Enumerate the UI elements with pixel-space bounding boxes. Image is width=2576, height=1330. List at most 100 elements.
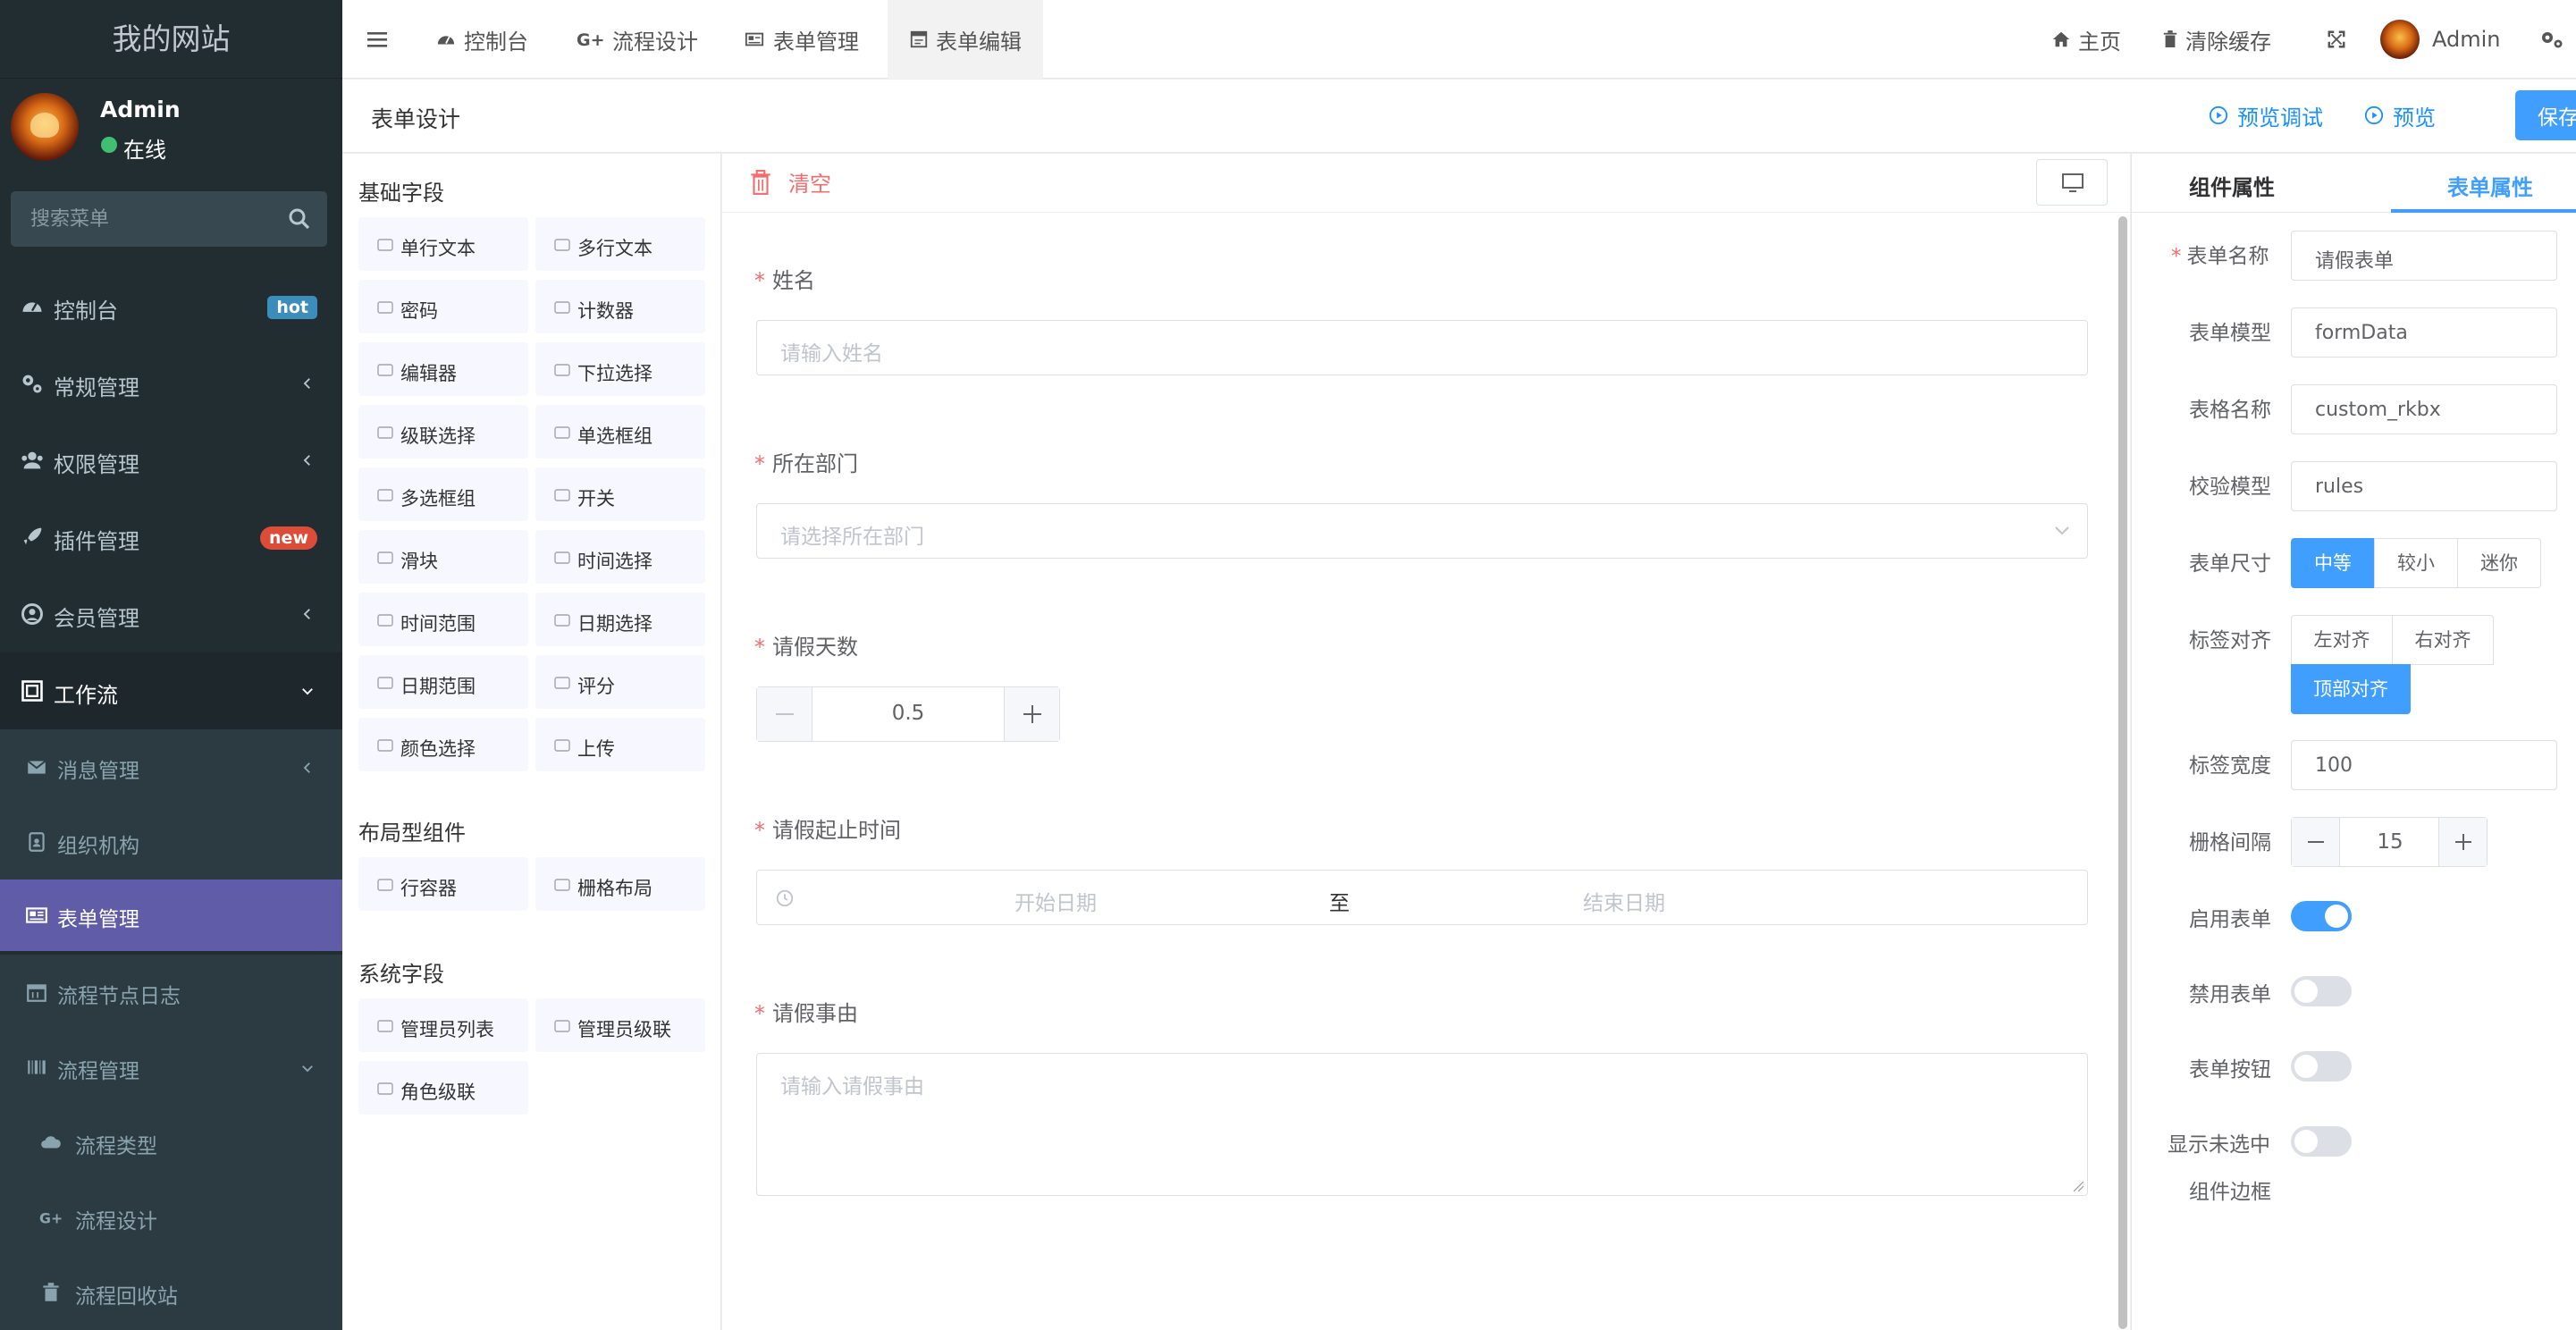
home-link[interactable]: 主页: [2051, 0, 2121, 79]
align-left-radio[interactable]: 左对齐: [2291, 615, 2393, 665]
sidebar-item-process-management[interactable]: 流程管理: [0, 1030, 342, 1105]
palette-item[interactable]: 管理员级联: [535, 998, 705, 1052]
palette-item[interactable]: 时间选择: [535, 530, 705, 584]
sidebar-item-plugins[interactable]: 插件管理 new: [0, 499, 342, 576]
user-name: Admin: [100, 97, 181, 122]
search-icon[interactable]: [286, 206, 313, 232]
decrement-button[interactable]: [757, 687, 812, 741]
size-medium-radio[interactable]: 中等: [2291, 538, 2375, 588]
sidebar-item-messages[interactable]: 消息管理: [0, 729, 342, 804]
table-name-input[interactable]: custom_rkbx: [2291, 384, 2557, 434]
palette-item[interactable]: 单选框组: [535, 405, 705, 459]
sidebar-item-process-type[interactable]: 流程类型: [0, 1105, 342, 1180]
sidebar-toggle-button[interactable]: [367, 0, 394, 79]
palette-item[interactable]: 开关: [535, 467, 705, 521]
enable-form-switch[interactable]: [2291, 901, 2352, 931]
sidebar-item-node-log[interactable]: 流程节点日志: [0, 955, 342, 1030]
tab-component-props[interactable]: 组件属性: [2189, 170, 2275, 201]
align-top-radio[interactable]: 顶部对齐: [2291, 664, 2411, 714]
palette-item[interactable]: 栅格布局: [535, 857, 705, 911]
palette-item[interactable]: 评分: [535, 655, 705, 709]
palette-item[interactable]: 颜色选择: [358, 718, 528, 771]
palette-item[interactable]: 日期范围: [358, 655, 528, 709]
increment-button[interactable]: [2438, 818, 2487, 866]
settings-button[interactable]: [2539, 0, 2572, 79]
form-model-input[interactable]: formData: [2291, 307, 2557, 358]
sidebar-item-dashboard[interactable]: 控制台 hot: [0, 268, 342, 345]
palette-item[interactable]: 时间范围: [358, 593, 528, 646]
resize-handle-icon[interactable]: [2072, 1180, 2084, 1192]
palette-item[interactable]: 计数器: [535, 280, 705, 333]
brand-logo[interactable]: 我的网站: [0, 0, 342, 79]
palette-item[interactable]: 滑块: [358, 530, 528, 584]
align-right-radio[interactable]: 右对齐: [2392, 615, 2494, 665]
gutter-stepper[interactable]: 15: [2291, 817, 2488, 867]
palette-item[interactable]: 单行文本: [358, 217, 528, 271]
department-select[interactable]: 请选择所在部门: [756, 503, 2088, 559]
range-start-placeholder[interactable]: 开始日期: [1014, 886, 1097, 916]
user-menu[interactable]: Admin: [2380, 0, 2501, 79]
sidebar-item-general[interactable]: 常规管理: [0, 345, 342, 422]
date-range-picker[interactable]: 开始日期 至 结束日期: [756, 870, 2088, 925]
show-border-switch[interactable]: [2291, 1126, 2352, 1157]
decrement-button[interactable]: [2292, 818, 2340, 866]
prop-label-form-name: * 表单名称: [2171, 245, 2269, 268]
palette-item[interactable]: 管理员列表: [358, 998, 528, 1052]
palette-item[interactable]: 密码: [358, 280, 528, 333]
clear-button[interactable]: 清空: [749, 166, 831, 198]
size-mini-radio[interactable]: 迷你: [2457, 538, 2541, 588]
tab-form-props[interactable]: 表单属性: [2447, 170, 2533, 201]
palette-item[interactable]: 日期选择: [535, 593, 705, 646]
palette-item[interactable]: 编辑器: [358, 342, 528, 396]
chevron-down-icon: [2055, 526, 2069, 535]
palette-item[interactable]: 行容器: [358, 857, 528, 911]
palette-item[interactable]: 角色级联: [358, 1061, 528, 1115]
sidebar-item-permission[interactable]: 权限管理: [0, 422, 342, 499]
palette-item-label: 时间选择: [577, 551, 652, 572]
tab-form-management[interactable]: 表单管理: [743, 0, 859, 79]
svg-text:G+: G+: [577, 30, 605, 49]
rules-model-input[interactable]: rules: [2291, 461, 2557, 511]
tab-process-design[interactable]: G+ 流程设计: [577, 0, 698, 79]
canvas-scrollbar[interactable]: [2118, 216, 2127, 1329]
grid-icon: [554, 879, 570, 891]
sidebar-item-process-design[interactable]: G+ 流程设计: [0, 1180, 342, 1255]
days-value[interactable]: 0.5: [812, 702, 1004, 725]
preview-debug-button[interactable]: 预览调试: [2209, 99, 2323, 131]
palette-item[interactable]: 级联选择: [358, 405, 528, 459]
sidebar-item-members[interactable]: 会员管理: [0, 576, 342, 652]
tab-dashboard[interactable]: 控制台: [435, 0, 528, 79]
device-toggle-button[interactable]: [2036, 159, 2108, 206]
gutter-value[interactable]: 15: [2340, 830, 2440, 854]
sidebar-item-form-management[interactable]: 表单管理: [0, 880, 342, 951]
sidebar-item-organization[interactable]: 组织机构: [0, 804, 342, 880]
range-end-placeholder[interactable]: 结束日期: [1583, 886, 1665, 916]
rate-icon: [554, 677, 570, 689]
tab-label: 流程设计: [612, 29, 698, 55]
preview-button[interactable]: 预览: [2364, 99, 2436, 131]
home-icon: [2052, 31, 2070, 47]
days-stepper[interactable]: 0.5: [756, 686, 1060, 742]
fullscreen-button[interactable]: [2327, 0, 2353, 79]
palette-item[interactable]: 下拉选择: [535, 342, 705, 396]
form-buttons-switch[interactable]: [2291, 1051, 2352, 1082]
save-button[interactable]: 保存: [2515, 90, 2576, 140]
name-input[interactable]: 请输入姓名: [756, 320, 2088, 375]
sidebar-item-process-recycle[interactable]: 流程回收站: [0, 1255, 342, 1330]
palette-item[interactable]: 多行文本: [535, 217, 705, 271]
tab-form-edit[interactable]: 表单编辑: [888, 0, 1043, 79]
clear-cache-label: 清除缓存: [2185, 29, 2271, 55]
sidebar-item-workflow[interactable]: 工作流: [0, 652, 342, 729]
increment-button[interactable]: [1004, 687, 1059, 741]
palette-item[interactable]: 多选框组: [358, 467, 528, 521]
reason-textarea[interactable]: 请输入请假事由: [756, 1053, 2088, 1196]
palette-item[interactable]: 上传: [535, 718, 705, 771]
size-small-radio[interactable]: 较小: [2374, 538, 2458, 588]
sidebar-search-input[interactable]: [30, 204, 281, 234]
label-width-input[interactable]: 100: [2291, 740, 2557, 790]
form-name-input[interactable]: 请假表单: [2291, 231, 2557, 281]
disable-form-switch[interactable]: [2291, 976, 2352, 1006]
prop-label-table-name: 表格名称: [2189, 399, 2271, 422]
fullscreen-icon: [2328, 30, 2345, 48]
clear-cache-button[interactable]: 清除缓存: [2162, 0, 2271, 79]
